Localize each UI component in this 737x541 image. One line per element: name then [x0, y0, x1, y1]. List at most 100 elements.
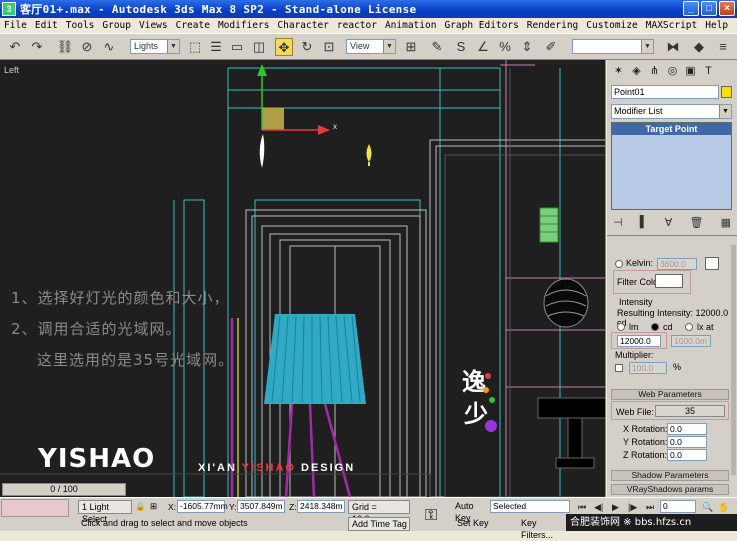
current-frame-input[interactable]: 0	[660, 500, 696, 513]
pan-icon[interactable]: ✋	[718, 502, 729, 513]
viewport-label[interactable]: Left	[4, 65, 19, 75]
lock-selection-icon[interactable]: 🔒	[135, 501, 146, 512]
close-button[interactable]: ×	[719, 1, 735, 16]
select-move-icon[interactable]: ✥	[275, 38, 293, 56]
y-coordinate-input[interactable]: 3507.849m	[237, 500, 285, 513]
object-name-input[interactable]: Point01	[611, 85, 719, 99]
menu-item-tools[interactable]: Tools	[66, 20, 95, 31]
motion-tab-icon[interactable]: ◎	[664, 62, 681, 80]
next-frame-icon[interactable]: |▶	[628, 502, 637, 513]
display-tab-icon[interactable]: ▣	[682, 62, 699, 80]
maxscript-listener[interactable]	[1, 499, 69, 517]
modifier-list-select[interactable]: Modifier List ▼	[611, 104, 732, 119]
ref-coord-select[interactable]: View ▼	[346, 39, 396, 54]
vray-shadows-rollout[interactable]: VRayShadows params	[611, 484, 729, 495]
menu-item-reactor[interactable]: reactor	[337, 20, 377, 31]
key-mode-select[interactable]: Selected	[490, 500, 570, 513]
menu-item-create[interactable]: Create	[176, 20, 210, 31]
select-scale-icon[interactable]: ⊡	[320, 38, 338, 56]
z-rotation-input[interactable]: 0.0	[667, 449, 707, 461]
named-selection-icon[interactable]: ✐	[542, 38, 560, 56]
redo-icon[interactable]: ↷	[28, 38, 46, 56]
auto-key-button[interactable]: Auto Key	[452, 500, 488, 523]
web-parameters-rollout[interactable]: Web Parameters	[611, 389, 729, 400]
percent-snap-icon[interactable]: %	[496, 38, 514, 56]
manipulate-icon[interactable]: ✎	[428, 38, 446, 56]
x-rotation-input[interactable]: 0.0	[667, 423, 707, 435]
go-to-start-icon[interactable]: ⏮	[578, 502, 586, 513]
layer-manager-icon[interactable]: ≡	[714, 38, 732, 56]
menu-item-animation[interactable]: Animation	[385, 20, 436, 31]
play-icon[interactable]: ▶	[612, 502, 619, 513]
bind-space-warp-icon[interactable]: ∿	[100, 38, 118, 56]
remove-modifier-icon[interactable]: 🗑	[689, 216, 703, 229]
set-key-button[interactable]: Set Key	[454, 517, 490, 531]
add-time-tag-button[interactable]: Add Time Tag	[348, 517, 410, 531]
cd-radio[interactable]	[651, 323, 659, 331]
modifier-stack[interactable]: Target Point	[611, 122, 732, 210]
menu-item-help[interactable]: Help	[705, 20, 728, 31]
intensity-input[interactable]: 12000.0	[617, 335, 661, 347]
app-icon[interactable]: 3	[2, 2, 16, 16]
make-unique-icon[interactable]: ∀	[665, 216, 673, 229]
object-color-swatch[interactable]	[721, 86, 732, 98]
kelvin-radio[interactable]	[615, 260, 623, 268]
x-coordinate-input[interactable]: -1605.77mm	[177, 500, 228, 513]
y-rotation-input[interactable]: 0.0	[667, 436, 707, 448]
create-tab-icon[interactable]: ✶	[610, 62, 627, 80]
lx-at-radio[interactable]	[685, 323, 693, 331]
show-end-result-icon[interactable]: ▌	[640, 216, 648, 229]
command-panel-scrollbar[interactable]	[731, 245, 736, 475]
modify-tab-icon[interactable]: ◈	[628, 62, 645, 80]
selection-filter-select[interactable]: Lights ▼	[130, 39, 180, 54]
distance-input[interactable]: 1000.0m	[671, 335, 711, 347]
menu-item-customize[interactable]: Customize	[586, 20, 637, 31]
menu-item-rendering[interactable]: Rendering	[527, 20, 578, 31]
unlink-icon[interactable]: ⊘	[78, 38, 96, 56]
menu-item-maxscript[interactable]: MAXScript	[646, 20, 697, 31]
z-coordinate-input[interactable]: 2418.348m	[297, 500, 345, 513]
maximize-button[interactable]: □	[701, 1, 717, 16]
stack-item-target-point[interactable]: Target Point	[612, 123, 731, 135]
select-link-icon[interactable]: ⛓	[56, 38, 74, 56]
hierarchy-tab-icon[interactable]: ⋔	[646, 62, 663, 80]
menu-item-views[interactable]: Views	[139, 20, 168, 31]
lm-radio[interactable]	[617, 323, 625, 331]
shadow-parameters-rollout[interactable]: Shadow Parameters	[611, 470, 729, 481]
angle-snap-icon[interactable]: ∠	[474, 38, 492, 56]
key-filters-button[interactable]: Key Filters...	[518, 517, 568, 540]
previous-frame-icon[interactable]: ◀|	[594, 502, 603, 513]
align-icon[interactable]: ◆	[690, 38, 708, 56]
spinner-snap-icon[interactable]: ⇕	[518, 38, 536, 56]
window-crossing-icon[interactable]: ◫	[250, 38, 268, 56]
select-by-name-icon[interactable]: ☰	[207, 38, 225, 56]
web-file-button[interactable]: 35	[655, 405, 725, 417]
snap-toggle-icon[interactable]: S	[452, 38, 470, 56]
kelvin-input[interactable]: 3600.0	[657, 258, 697, 270]
viewport-left[interactable]: 逸 少 Left 1、选择好灯光的颜色和大小， 2、调用合适的光域网。 这里选用…	[0, 60, 606, 497]
absolute-mode-icon[interactable]: ⊞	[150, 501, 157, 512]
select-rotate-icon[interactable]: ↻	[298, 38, 316, 56]
menu-item-edit[interactable]: Edit	[35, 20, 58, 31]
go-to-end-icon[interactable]: ⏭	[646, 502, 654, 513]
menu-item-group[interactable]: Group	[102, 20, 131, 31]
zoom-icon[interactable]: 🔍	[702, 502, 713, 513]
multiplier-checkbox[interactable]	[615, 364, 623, 372]
rect-selection-icon[interactable]: ▭	[228, 38, 246, 56]
time-slider[interactable]: 0 / 100	[2, 483, 126, 496]
filter-color-swatch[interactable]	[655, 274, 683, 288]
minimize-button[interactable]: _	[683, 1, 699, 16]
select-object-icon[interactable]: ⬚	[186, 38, 204, 56]
multiplier-input[interactable]: 100.0	[629, 362, 667, 374]
utilities-tab-icon[interactable]: T	[700, 62, 717, 80]
pivot-center-icon[interactable]: ⊞	[402, 38, 420, 56]
kelvin-color-swatch[interactable]	[705, 257, 719, 270]
pin-stack-icon[interactable]: ⊣	[613, 216, 623, 229]
menu-item-graph-editors[interactable]: Graph Editors	[444, 20, 518, 31]
menu-item-modifiers[interactable]: Modifiers	[218, 20, 269, 31]
named-selection-set[interactable]: ▼	[572, 39, 654, 54]
menu-item-file[interactable]: File	[4, 20, 27, 31]
menu-item-character[interactable]: Character	[277, 20, 328, 31]
undo-icon[interactable]: ↶	[6, 38, 24, 56]
mirror-icon[interactable]: ⧓	[664, 38, 682, 56]
